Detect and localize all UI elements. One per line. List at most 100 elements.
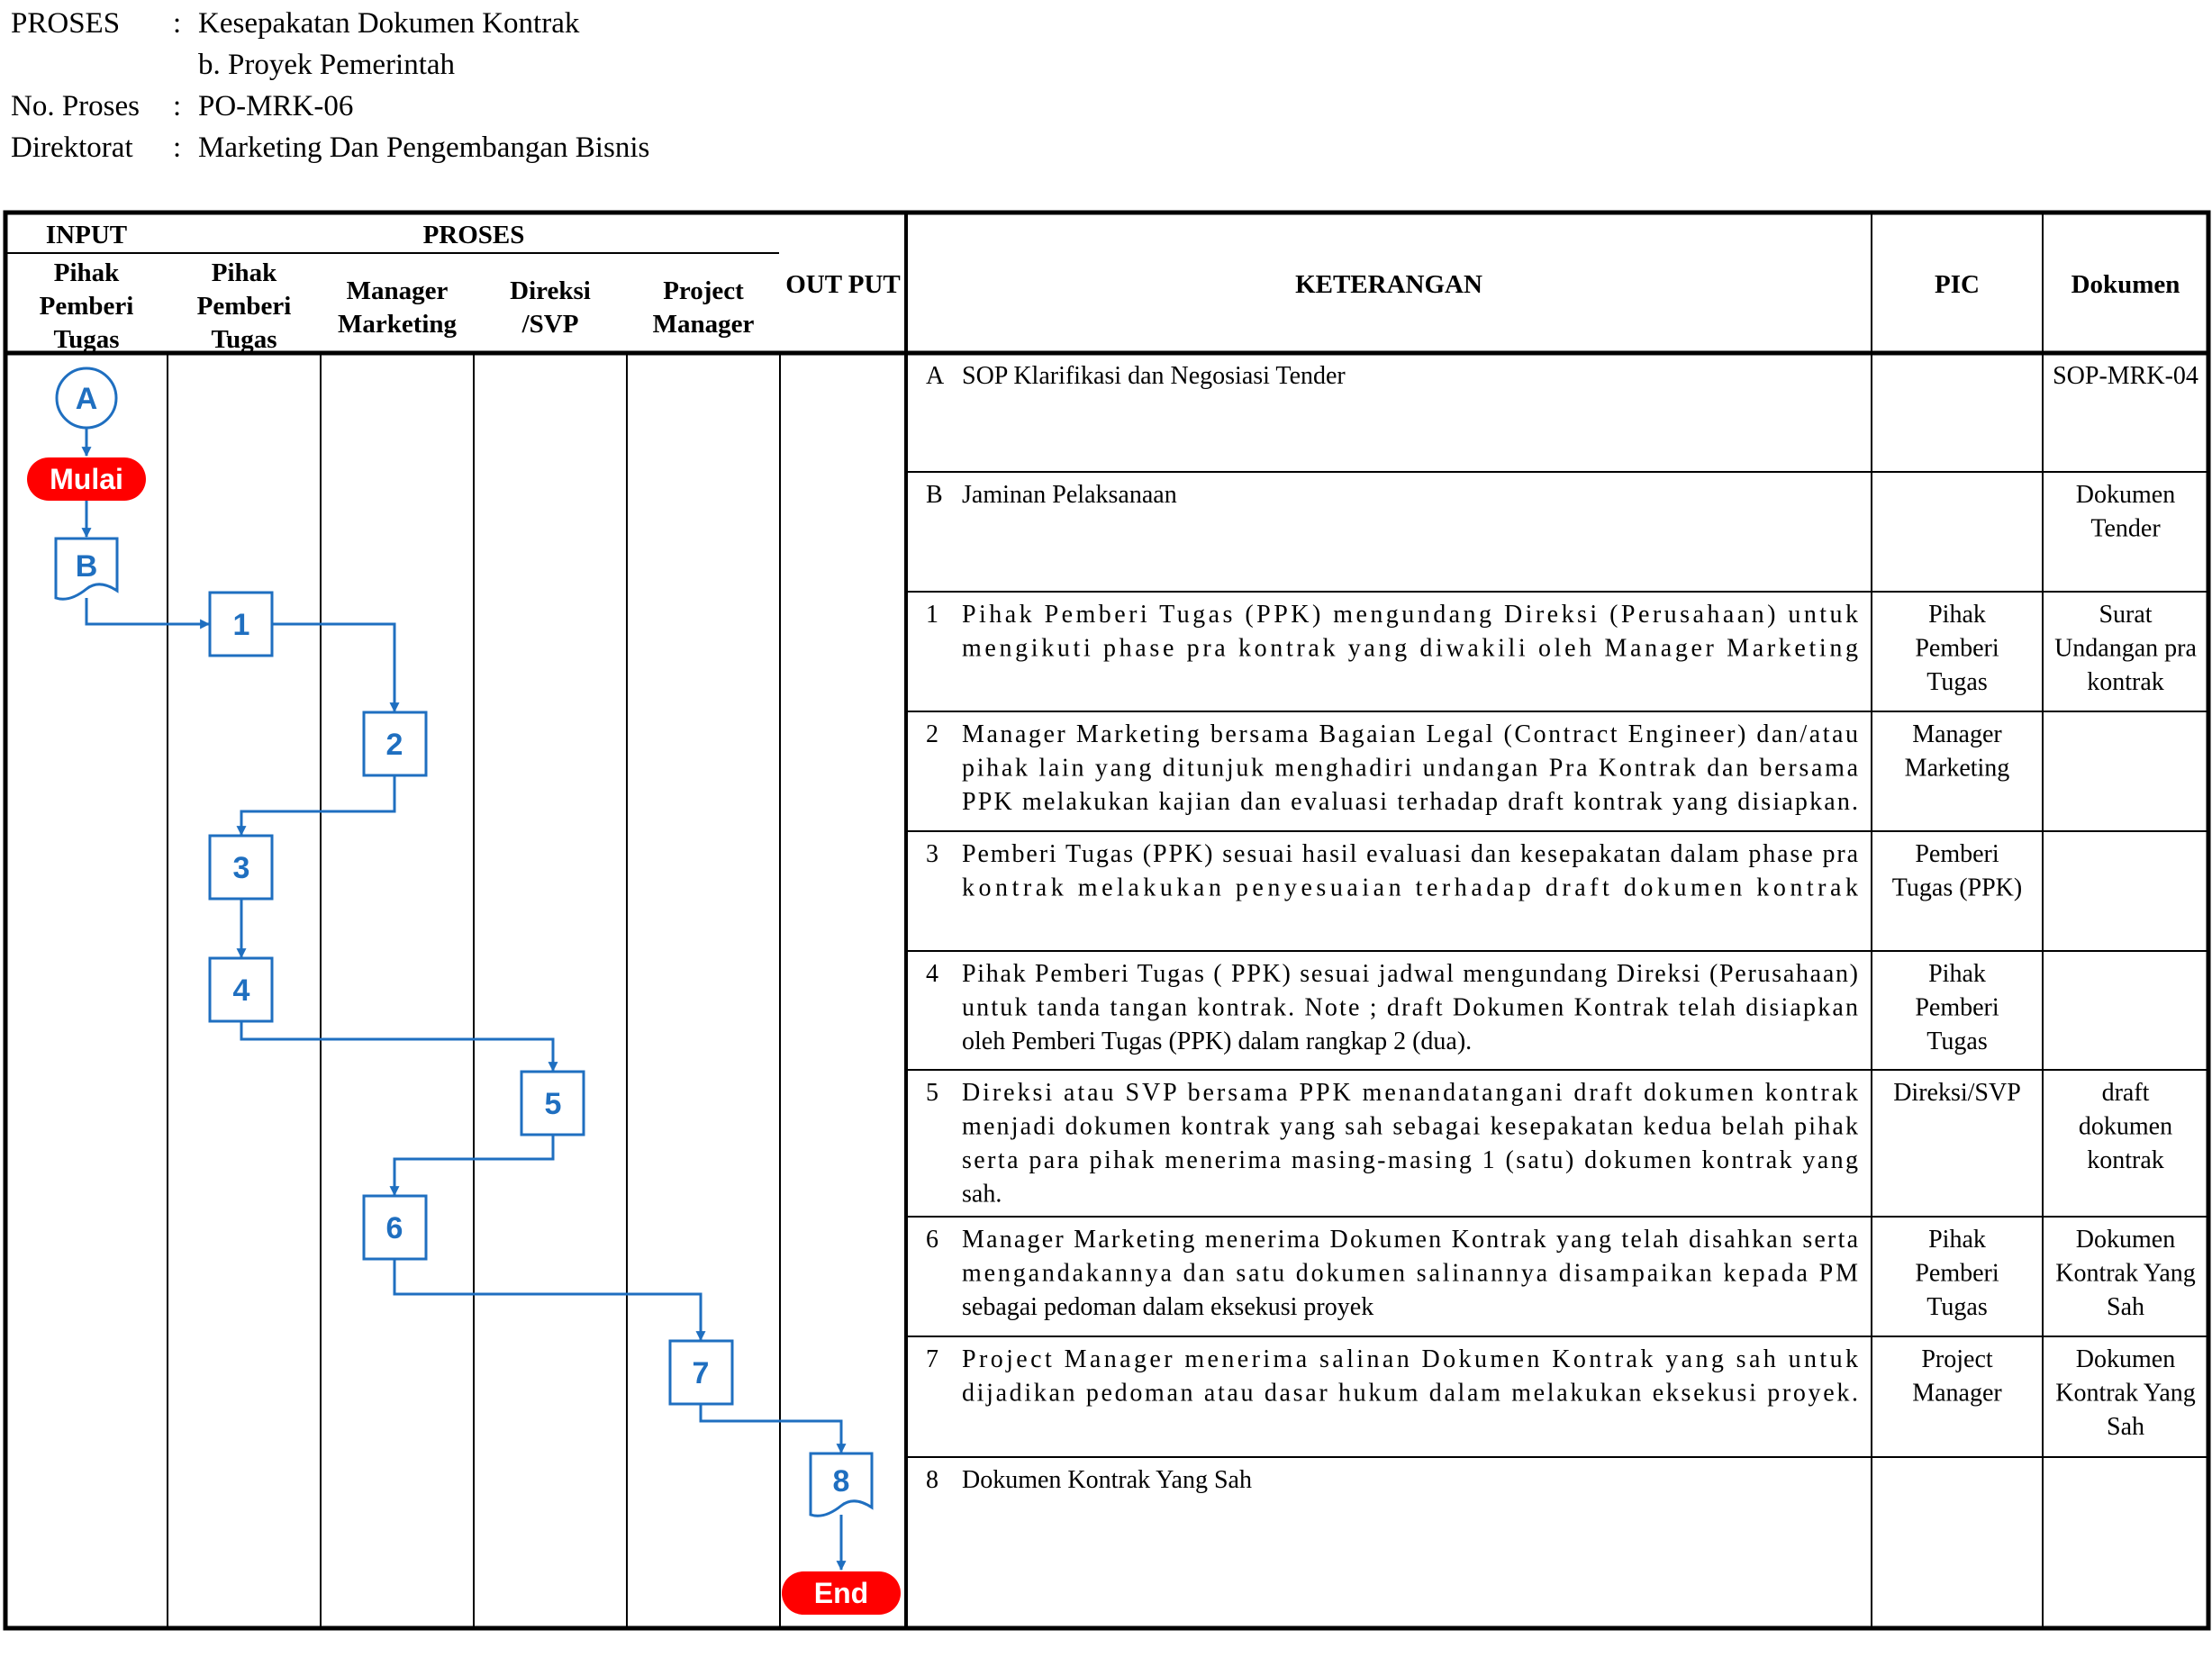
table-grid xyxy=(3,210,2211,1631)
process-step-6[interactable]: 6 xyxy=(362,1194,428,1261)
row-pic-line: Pihak xyxy=(1928,601,1986,629)
row-pic-line: Pihak xyxy=(1928,1226,1986,1254)
row-document-line: Sah xyxy=(2107,1413,2144,1441)
document-b[interactable]: B xyxy=(54,537,119,601)
row-document-line: Dokumen xyxy=(2076,481,2175,509)
row-pic-line: Tugas (PPK) xyxy=(1892,874,2022,902)
row-pic-line: Tugas xyxy=(1926,668,1987,696)
lane-header-1-line-3: Tugas xyxy=(53,325,119,354)
table-headers: INPUT PROSES OUT PUT KETERANGAN PIC Doku… xyxy=(40,221,2180,354)
keterangan-header: KETERANGAN xyxy=(1295,270,1482,299)
arrow-1-to-2 xyxy=(272,622,400,713)
row-pic-line: Tugas xyxy=(1926,1293,1987,1321)
lane-header-5-line-2: Manager xyxy=(653,310,755,339)
pic-header: PIC xyxy=(1935,270,1980,299)
row-description-line: Project Manager menerima salinan Dokumen… xyxy=(962,1345,1858,1373)
table-row: 2 Manager Marketing bersama Bagaian Legal… xyxy=(926,720,2009,816)
row-id: A xyxy=(926,362,945,390)
row-description-line: Pihak Pemberi Tugas (PPK) mengundang Dir… xyxy=(962,601,1858,629)
connector-a-label: A xyxy=(76,382,98,416)
row-document-line: Undangan pra xyxy=(2054,635,2197,663)
row-pic-line: Pemberi xyxy=(1915,1260,1999,1288)
lane-header-4-line-1: Direksi xyxy=(510,276,591,305)
lane-header-2-line-2: Pemberi xyxy=(197,292,292,321)
proses-header: PROSES xyxy=(423,221,525,249)
arrow-4-to-5 xyxy=(240,1020,558,1073)
document-8[interactable]: 8 xyxy=(809,1452,874,1517)
row-pic-line: Pihak xyxy=(1928,960,1986,988)
start-terminal-label: Mulai xyxy=(50,463,123,495)
arrow-7-to-8 xyxy=(699,1403,847,1454)
process-step-7-label: 7 xyxy=(693,1356,710,1390)
start-terminal[interactable]: Mulai xyxy=(27,457,146,501)
row-document-line: Surat xyxy=(2099,601,2152,629)
row-description-line: SOP Klarifikasi dan Negosiasi Tender xyxy=(962,362,1346,390)
row-description-line: oleh Pemberi Tugas (PPK) dalam rangkap 2… xyxy=(962,1028,1472,1055)
row-id: 8 xyxy=(926,1466,938,1494)
process-flow-diagram: INPUT PROSES OUT PUT KETERANGAN PIC Doku… xyxy=(3,210,2211,1631)
row-description-line: menjadi dokumen kontrak yang sah sebagai… xyxy=(962,1113,1858,1141)
lane-header-3-line-2: Marketing xyxy=(338,310,458,339)
row-description-line: dijadikan pedoman atau dasar hukum dalam… xyxy=(962,1380,1858,1408)
row-id: 6 xyxy=(926,1226,938,1254)
lane-header-2-line-1: Pihak xyxy=(212,258,277,287)
table-row: 1 Pihak Pemberi Tugas (PPK) mengundang Di… xyxy=(926,601,2197,696)
row-document-line: kontrak xyxy=(2087,668,2164,696)
row-description-line: kontrak melakukan penyesuaian terhadap d… xyxy=(962,874,1858,902)
process-step-2[interactable]: 2 xyxy=(362,711,428,777)
process-step-5-label: 5 xyxy=(545,1087,562,1121)
lane-header-4-line-2: /SVP xyxy=(521,310,579,339)
row-description-line: Pemberi Tugas (PPK) sesuai hasil evaluas… xyxy=(962,840,1859,868)
row-description-line: PPK melakukan kajian dan evaluasi terhad… xyxy=(962,788,1858,816)
table-row: 6 Manager Marketing menerima Dokumen Kont… xyxy=(926,1226,2196,1321)
row-id: 1 xyxy=(926,601,938,629)
table-row: B Jaminan Pelaksanaan Dokumen Tender xyxy=(926,481,2175,543)
process-step-1[interactable]: 1 xyxy=(208,591,274,657)
connector-a[interactable]: A xyxy=(55,367,118,430)
output-header: OUT PUT xyxy=(785,270,901,299)
arrow-2-to-3 xyxy=(236,774,396,837)
lane-header-2-line-3: Tugas xyxy=(211,325,276,354)
document-8-label: 8 xyxy=(833,1464,850,1499)
document-b-label: B xyxy=(76,549,98,584)
process-step-3[interactable]: 3 xyxy=(208,834,274,901)
row-document-line: Kontrak Yang xyxy=(2055,1380,2196,1408)
process-step-7[interactable]: 7 xyxy=(668,1339,734,1406)
process-step-6-label: 6 xyxy=(386,1211,403,1245)
row-description-line: Dokumen Kontrak Yang Sah xyxy=(962,1466,1252,1494)
process-step-2-label: 2 xyxy=(386,728,403,762)
row-document-line: Sah xyxy=(2107,1293,2144,1321)
lane-headers: Pihak Pemberi Tugas Pihak Pemberi Tugas Manage… xyxy=(40,258,755,354)
process-step-4-label: 4 xyxy=(233,973,250,1008)
row-description-line: Jaminan Pelaksanaan xyxy=(962,481,1177,509)
row-pic-line: Marketing xyxy=(1905,755,2010,783)
dokumen-header: Dokumen xyxy=(2071,270,2180,299)
process-step-4[interactable]: 4 xyxy=(208,956,274,1023)
input-header: INPUT xyxy=(46,221,127,249)
row-description-line: sah. xyxy=(962,1181,1002,1209)
end-terminal[interactable]: End xyxy=(782,1571,901,1615)
row-description-line: sebagai pedoman dalam eksekusi proyek xyxy=(962,1293,1373,1321)
table-border xyxy=(3,210,2211,1631)
row-document-line: Dokumen xyxy=(2076,1226,2175,1254)
row-description-line: Pihak Pemberi Tugas ( PPK) sesuai jadwal… xyxy=(962,960,1858,988)
row-document-line: Tender xyxy=(2090,515,2161,543)
row-id: 5 xyxy=(926,1079,938,1107)
row-document-line: dokumen xyxy=(2079,1113,2172,1141)
row-description-line: mengandakannya dan satu dokumen salinann… xyxy=(962,1260,1858,1288)
arrow-b-to-1 xyxy=(85,598,211,629)
flow-nodes: A Mulai B 1 2 3 4 5 6 7 8 End xyxy=(27,367,901,1615)
row-id: 2 xyxy=(926,720,938,748)
row-pic-line: Pemberi xyxy=(1915,994,1999,1022)
end-terminal-label: End xyxy=(814,1577,868,1609)
row-pic-line: Direksi/SVP xyxy=(1893,1079,2021,1107)
row-id: 3 xyxy=(926,840,938,868)
row-pic-line: Manager xyxy=(1912,1380,2002,1408)
arrow-6-to-7 xyxy=(393,1258,706,1342)
lane-header-1-line-2: Pemberi xyxy=(40,292,134,321)
row-description-line: serta para pihak menerima masing-masing … xyxy=(962,1146,1858,1174)
row-id: 7 xyxy=(926,1345,938,1373)
row-document-line: draft xyxy=(2102,1079,2150,1107)
row-pic-line: Project xyxy=(1921,1345,1993,1373)
process-step-5[interactable]: 5 xyxy=(520,1070,585,1136)
